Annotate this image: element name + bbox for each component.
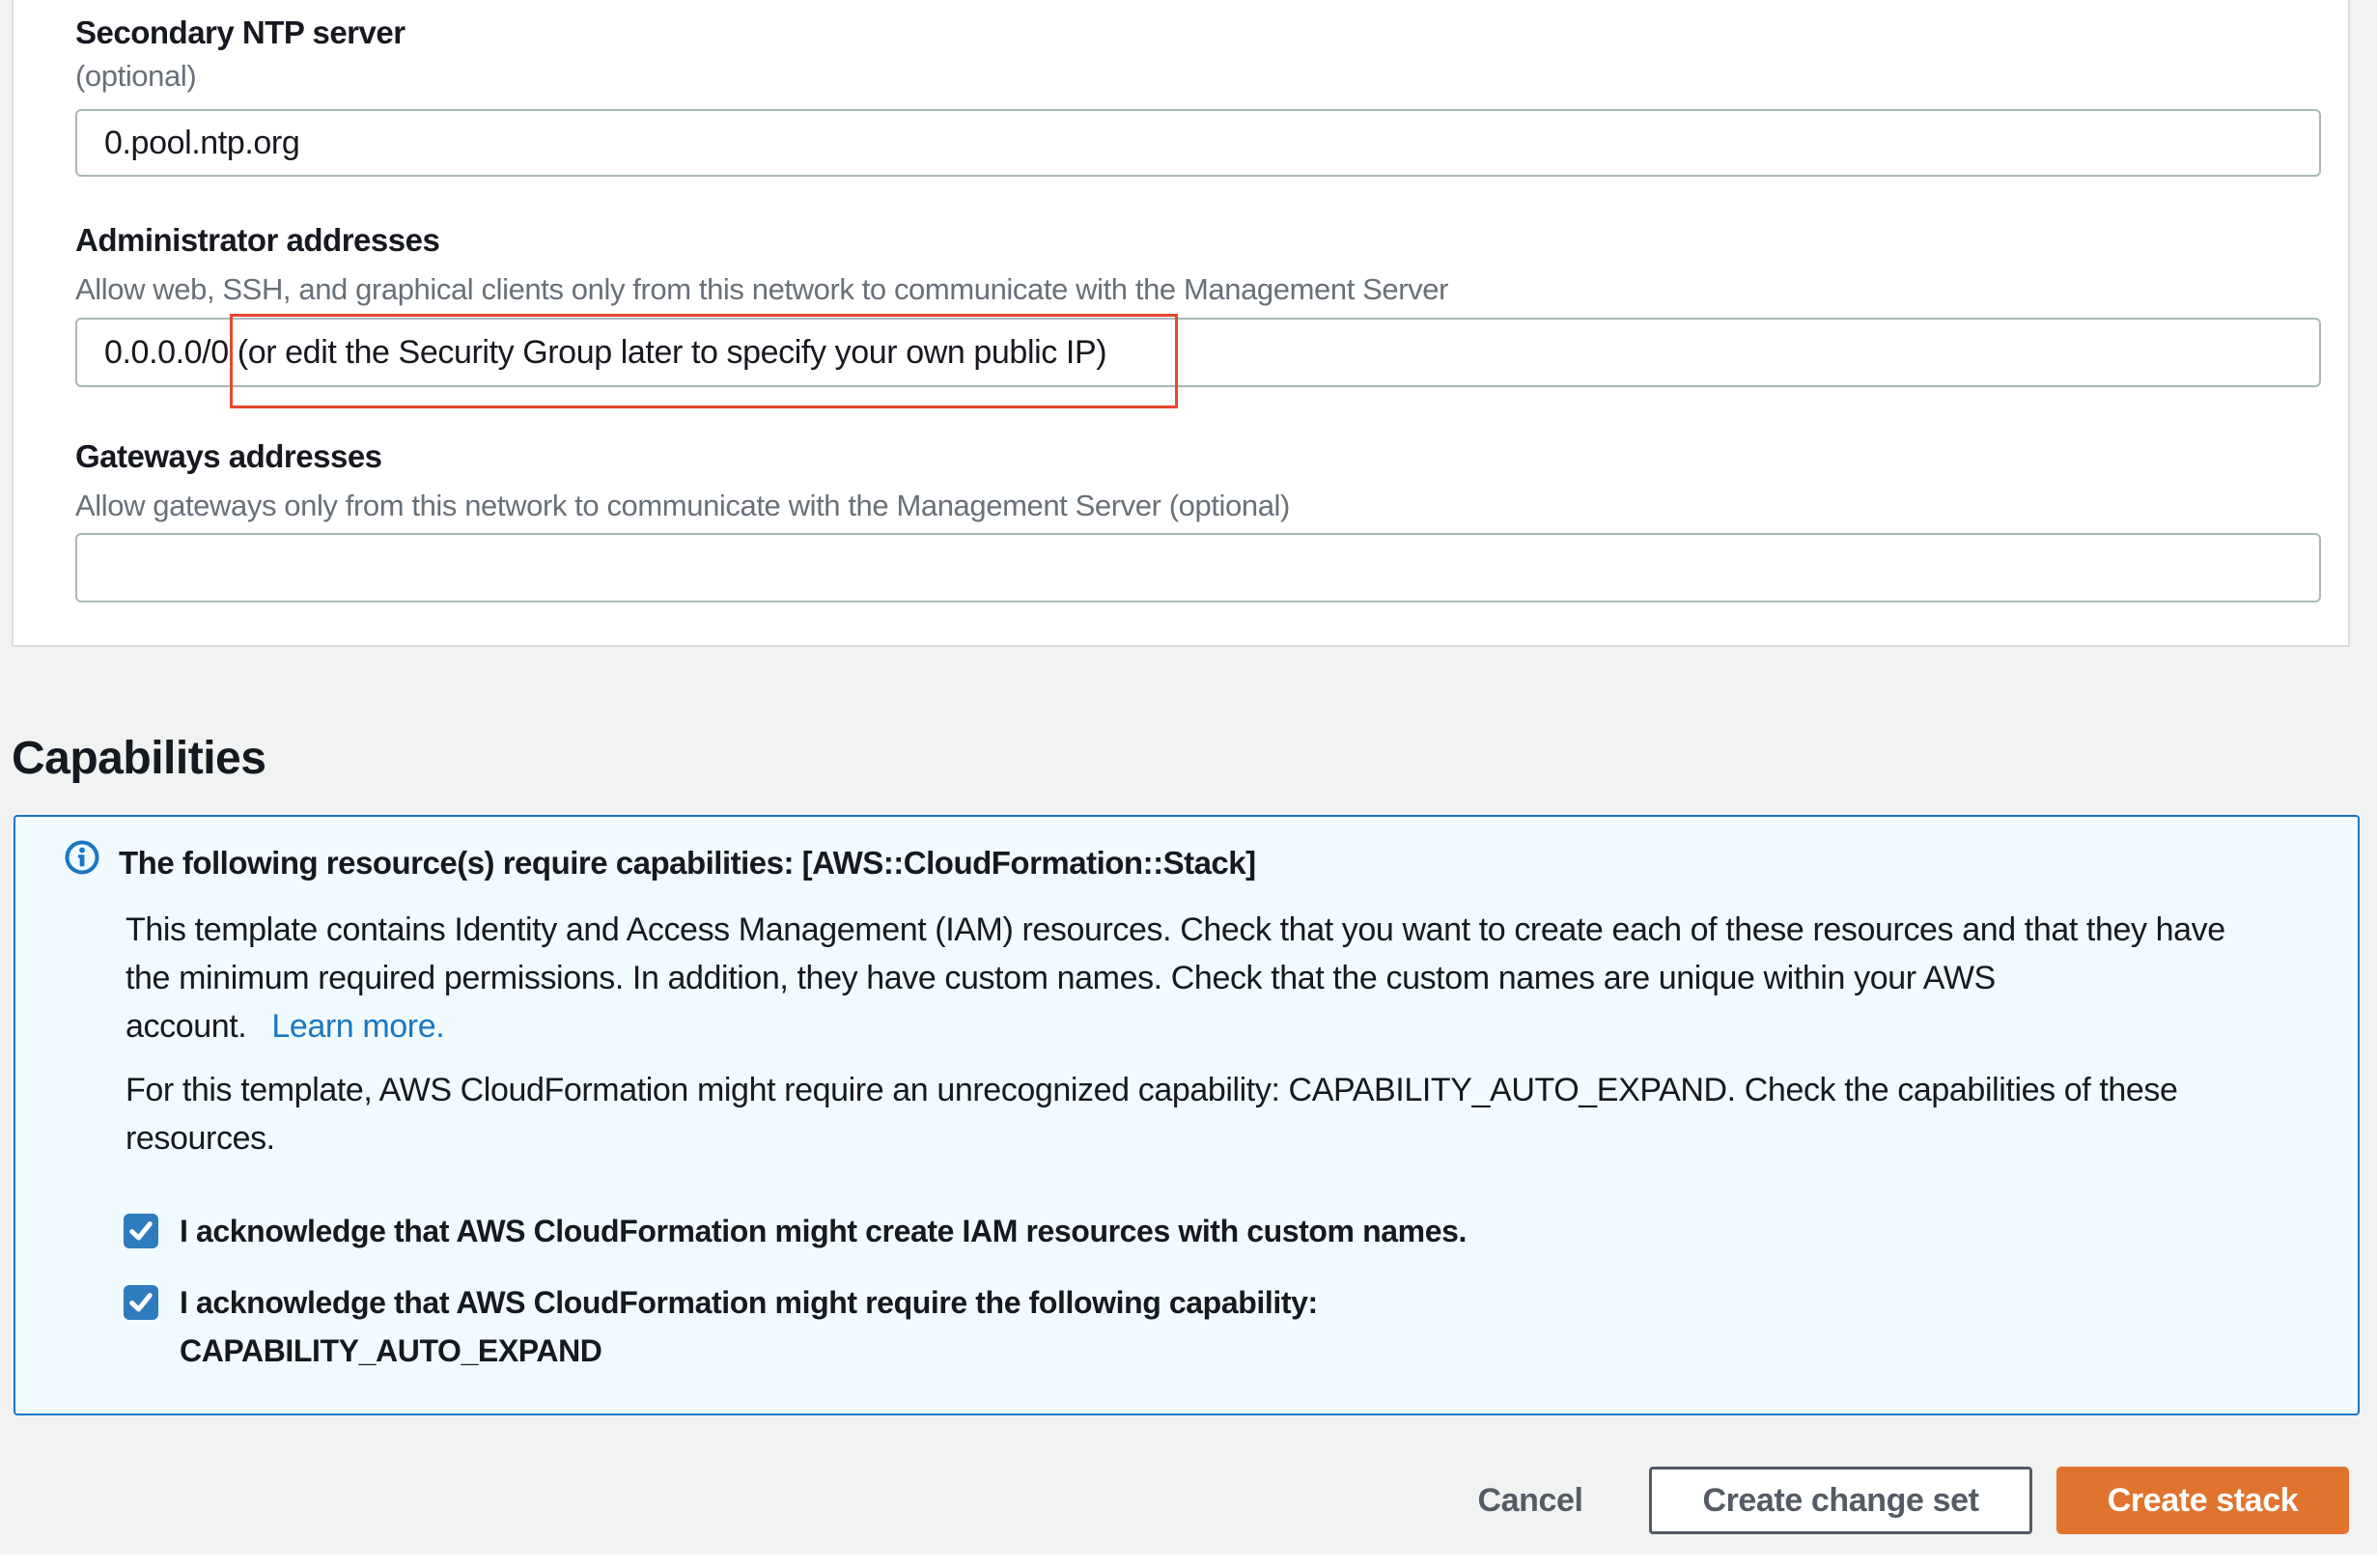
footer-strip [0,1554,2377,1568]
field-label-gateways-addresses: Gateways addresses [75,435,382,478]
create-stack-page: Secondary NTP server (optional) Administ… [0,0,2377,1568]
alert-paragraph1-line3-text: account. [126,1008,246,1045]
field-label-secondary-ntp-server: Secondary NTP server [75,12,405,54]
checkmark-icon [124,1285,158,1320]
secondary-ntp-server-input[interactable] [75,109,2321,177]
auto-expand-checkbox[interactable] [124,1285,158,1320]
learn-more-link[interactable]: Learn more. [271,1008,444,1045]
cancel-button[interactable]: Cancel [1468,1467,1593,1534]
field-description-gateways-addresses: Allow gateways only from this network to… [75,486,1290,526]
create-stack-button[interactable]: Create stack [2056,1467,2349,1534]
red-annotation-box [230,314,1178,408]
alert-paragraph1-line3: account. Learn more. [126,1002,444,1050]
info-icon [64,839,100,876]
checkmark-icon [124,1214,158,1248]
alert-paragraph2-line1: For this template, AWS CloudFormation mi… [126,1066,2178,1114]
iam-custom-names-checkbox-label: I acknowledge that AWS CloudFormation mi… [180,1208,1467,1254]
auto-expand-checkbox-label-line2: CAPABILITY_AUTO_EXPAND [180,1328,601,1374]
capabilities-heading: Capabilities [12,728,266,790]
alert-paragraph2-line2: resources. [126,1114,275,1162]
iam-custom-names-checkbox[interactable] [124,1214,158,1248]
field-description-administrator-addresses: Allow web, SSH, and graphical clients on… [75,269,1448,310]
alert-paragraph1-line1: This template contains Identity and Acce… [126,906,2225,954]
alert-title: The following resource(s) require capabi… [119,842,1256,884]
create-change-set-button[interactable]: Create change set [1649,1467,2032,1534]
alert-paragraph1-line2: the minimum required permissions. In add… [126,954,1996,1002]
gateways-addresses-input[interactable] [75,533,2321,602]
auto-expand-checkbox-label-line1: I acknowledge that AWS CloudFormation mi… [180,1279,1318,1326]
field-optional-hint: (optional) [75,56,196,97]
field-label-administrator-addresses: Administrator addresses [75,219,439,262]
